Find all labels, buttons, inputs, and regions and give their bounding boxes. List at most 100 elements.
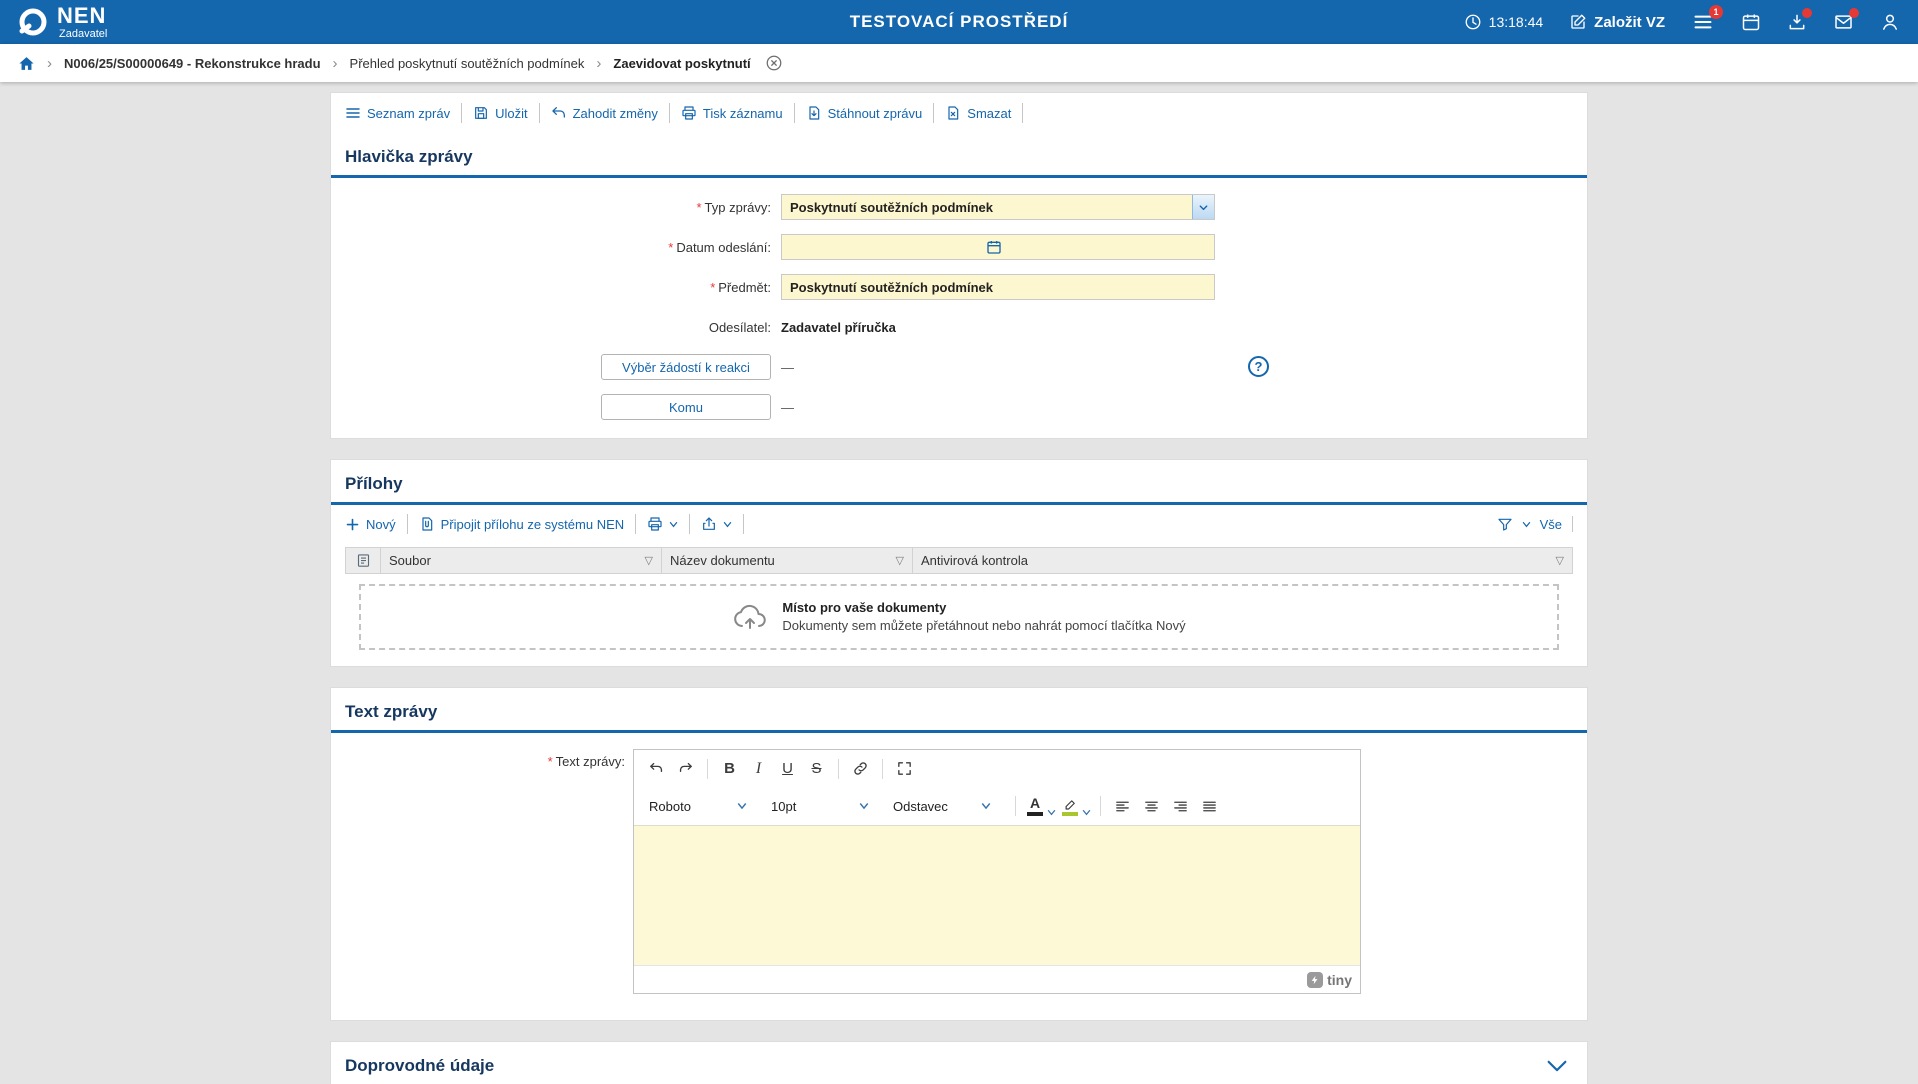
required-asterisk: * — [696, 200, 701, 215]
filter-icon[interactable] — [1497, 516, 1513, 532]
link-button[interactable] — [846, 755, 875, 782]
undo-icon[interactable] — [642, 755, 671, 782]
breadcrumb-separator: › — [333, 55, 338, 72]
message-type-select[interactable]: Poskytnutí soutěžních podmínek — [781, 194, 1215, 220]
breadcrumb-item-overview[interactable]: Přehled poskytnutí soutěžních podmínek — [350, 56, 585, 71]
row-type-column-header[interactable] — [346, 548, 380, 573]
main-menu-button[interactable]: 1 — [1691, 12, 1715, 32]
nen-logo[interactable]: NEN Zadavatel — [18, 5, 107, 40]
calendar-picker-icon[interactable] — [986, 239, 1002, 255]
dropzone-title: Místo pro vaše dokumenty — [782, 599, 1185, 617]
home-icon[interactable] — [18, 55, 35, 72]
server-time-value: 13:18:44 — [1489, 14, 1544, 30]
export-attachments-button[interactable] — [689, 514, 744, 534]
messages-button[interactable] — [1833, 12, 1854, 32]
required-asterisk: * — [548, 754, 553, 769]
redo-icon[interactable] — [671, 755, 700, 782]
block-format-value: Odstavec — [893, 799, 948, 814]
text-color-letter: A — [1030, 796, 1040, 811]
print-record-button[interactable]: Tisk záznamu — [669, 103, 794, 123]
downloads-badge — [1802, 8, 1812, 18]
chevron-down-icon[interactable] — [669, 521, 678, 528]
breadcrumb-item-contract[interactable]: N006/25/S00000649 - Rekonstrukce hradu — [64, 56, 321, 71]
tinymce-branding[interactable]: tiny — [1307, 972, 1352, 988]
bold-button[interactable]: B — [715, 755, 744, 782]
download-message-button[interactable]: Stáhnout zprávu — [794, 103, 934, 123]
chevron-down-icon[interactable] — [1192, 195, 1214, 219]
block-format-select[interactable]: Odstavec — [886, 792, 998, 820]
calendar-button[interactable] — [1741, 12, 1761, 32]
italic-button[interactable]: I — [744, 755, 773, 782]
highlight-color-bar — [1062, 812, 1078, 816]
show-all-filter[interactable]: Vše — [1540, 517, 1562, 532]
message-text-editing-area[interactable] — [634, 825, 1360, 965]
message-header-panel: Seznam zpráv Uložit Zahodit změny Tisk z… — [330, 92, 1588, 439]
cloud-upload-icon — [732, 602, 768, 632]
text-color-button[interactable]: A — [1025, 796, 1056, 816]
send-date-input[interactable] — [782, 235, 982, 259]
type-label: *Typ zprávy: — [345, 200, 771, 215]
font-size-select[interactable]: 10pt — [764, 792, 876, 820]
additional-data-panel: Doprovodné údaje — [330, 1041, 1588, 1084]
user-profile-button[interactable] — [1880, 12, 1900, 32]
column-header-file[interactable]: Soubor ▽ — [380, 548, 661, 573]
message-list-button[interactable]: Seznam zpráv — [345, 103, 461, 123]
align-center-button[interactable] — [1137, 793, 1166, 820]
chevron-down-icon[interactable] — [1522, 521, 1531, 528]
save-button[interactable]: Uložit — [461, 103, 539, 123]
discard-changes-label: Zahodit změny — [573, 106, 658, 121]
new-attachment-button[interactable]: Nový — [345, 515, 407, 534]
section-title-message-header: Hlavička zprávy — [331, 133, 1587, 178]
print-attachments-button[interactable] — [635, 514, 689, 534]
column-filter-icon[interactable]: ▽ — [1556, 554, 1564, 567]
downloads-button[interactable] — [1787, 12, 1807, 32]
file-dropzone[interactable]: Místo pro vaše dokumenty Dokumenty sem m… — [359, 584, 1559, 650]
environment-title: TESTOVACÍ PROSTŘEDÍ — [850, 12, 1069, 32]
attachments-toolbar: Nový Připojit přílohu ze systému NEN — [331, 505, 1587, 541]
strikethrough-button[interactable]: S — [802, 755, 831, 782]
align-left-button[interactable] — [1108, 793, 1137, 820]
discard-changes-button[interactable]: Zahodit změny — [539, 103, 669, 123]
collapse-chevron-icon[interactable] — [1547, 1060, 1573, 1072]
attach-from-nen-button[interactable]: Připojit přílohu ze systému NEN — [407, 514, 636, 534]
recipient-button[interactable]: Komu — [601, 394, 771, 420]
toolbar-divider — [1100, 796, 1101, 816]
fullscreen-button[interactable] — [890, 755, 919, 782]
message-list-label: Seznam zpráv — [367, 106, 450, 121]
editor-toolbar-row2: Roboto 10pt Odstavec — [634, 787, 1360, 825]
column-filter-icon[interactable]: ▽ — [896, 554, 904, 567]
text-color-bar — [1027, 812, 1043, 816]
send-date-field[interactable] — [781, 234, 1215, 260]
help-icon[interactable]: ? — [1248, 356, 1269, 377]
section-title-additional-data: Doprovodné údaje — [331, 1042, 1587, 1084]
select-request-button[interactable]: Výběr žádostí k reakci — [601, 354, 771, 380]
font-family-select[interactable]: Roboto — [642, 792, 754, 820]
align-justify-button[interactable] — [1195, 793, 1224, 820]
close-tab-icon[interactable] — [765, 54, 783, 72]
chevron-down-icon[interactable] — [1047, 809, 1056, 816]
subject-label: *Předmět: — [345, 280, 771, 295]
align-right-button[interactable] — [1166, 793, 1195, 820]
breadcrumb-item-current[interactable]: Zaevidovat poskytnutí — [613, 56, 750, 71]
tiny-label: tiny — [1327, 972, 1352, 988]
message-header-title: Hlavička zprávy — [345, 147, 473, 167]
send-date-label: *Datum odeslání: — [345, 240, 771, 255]
column-filter-icon[interactable]: ▽ — [645, 554, 653, 567]
delete-button[interactable]: Smazat — [933, 103, 1023, 123]
breadcrumb-separator: › — [47, 55, 52, 72]
request-empty-value: — — [781, 360, 794, 375]
highlight-color-button[interactable] — [1060, 797, 1091, 816]
toolbar-divider — [838, 759, 839, 779]
attachments-title: Přílohy — [345, 474, 403, 494]
underline-button[interactable]: U — [773, 755, 802, 782]
column-header-document-name[interactable]: Název dokumentu ▽ — [661, 548, 912, 573]
chevron-down-icon[interactable] — [723, 521, 732, 528]
message-text-title: Text zprávy — [345, 702, 437, 722]
column-header-antivirus[interactable]: Antivirová kontrola ▽ — [912, 548, 1572, 573]
subject-input[interactable] — [781, 274, 1215, 300]
create-vz-button[interactable]: Založit VZ — [1569, 13, 1665, 31]
toolbar-divider — [882, 759, 883, 779]
chevron-down-icon — [737, 802, 747, 810]
tiny-bolt-icon — [1307, 972, 1323, 988]
chevron-down-icon[interactable] — [1082, 809, 1091, 816]
